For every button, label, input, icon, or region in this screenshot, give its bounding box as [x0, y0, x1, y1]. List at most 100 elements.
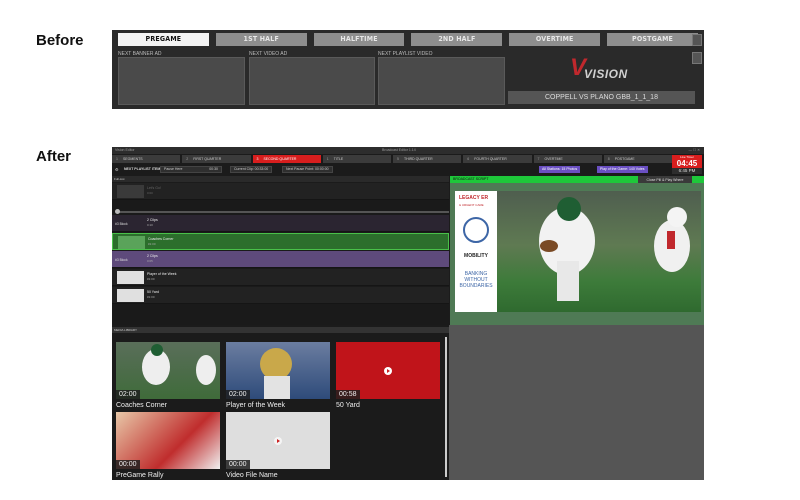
media-thumbnail: 00:00 — [226, 412, 330, 469]
game-title: COPPELL VS PLANO GBB_1_1_18 — [508, 91, 695, 104]
preview-video — [497, 191, 701, 312]
pause-here-label: Pause Here — [164, 167, 183, 171]
playlist-block[interactable]: #3 Block 2 Clips 0:10 — [112, 215, 449, 232]
tab-overtime[interactable]: 7 OVERTIME — [533, 155, 602, 163]
playlist-block[interactable]: #3 Block 2 Clips 0:05 — [112, 251, 449, 268]
app-name: Vision Editor — [115, 148, 135, 152]
next-playlist-video-slot[interactable] — [378, 57, 505, 105]
library-empty-area — [449, 325, 704, 480]
sponsor-banner: LEGACY ER & URGENT CARE MOBILITY BANKING… — [455, 191, 497, 312]
playlist-item-title: 2 Clips — [147, 254, 158, 258]
tab-2nd-half[interactable]: 2ND HALF — [411, 33, 503, 46]
settings-icon[interactable]: ⚙ — [115, 165, 119, 174]
window-titlebar: Vision Editor Broadcast Editor 1.14 — ☐ … — [112, 147, 704, 154]
vision-logo-text: VISION — [584, 67, 628, 81]
window-title: Broadcast Editor 1.14 — [382, 148, 416, 152]
next-playlist-item-label: NEXT PLAYLIST ITEM — [124, 167, 161, 171]
media-thumbnail: 00:00 — [116, 412, 220, 469]
live-timer-value: 04:45 — [676, 159, 698, 168]
segment-tabs: 1 SEGMENTS 2 FIRST QUARTER 3 SECOND QUARTER… — [112, 155, 672, 163]
media-title: PreGame Rally — [116, 472, 164, 479]
playlist-item-title: Coaches Corner — [148, 237, 174, 241]
media-card[interactable]: 02:00 Coaches Corner — [116, 342, 220, 409]
all-stations-badge[interactable]: All Stations: 15 Photos — [539, 166, 581, 173]
tab-postgame[interactable]: POSTGAME — [607, 33, 698, 46]
block-tag: #3 Block — [115, 258, 128, 262]
play-icon[interactable] — [274, 437, 282, 445]
playlist-item-duration: 0:10 — [147, 223, 153, 227]
playlist-item[interactable]: 50 Yard #1:00 — [112, 287, 449, 304]
play-of-game-badge[interactable]: Play of the Game: 140 Votes — [597, 166, 648, 173]
playlist-item-duration: 0:00 — [147, 191, 153, 195]
playlist-panel: Let's Go! 0:00 #3 Block 2 Clips 0:10 Coa… — [112, 183, 449, 325]
media-duration: 00:58 — [336, 390, 360, 399]
football-player-image — [539, 197, 690, 301]
playlist-item-duration: 0:05 — [147, 259, 153, 263]
current-clip: Current Clip: 00:33:00 — [230, 166, 273, 173]
media-library: 02:00 Coaches Corner 02:00 Player of the… — [112, 334, 449, 480]
after-screenshot: Vision Editor Broadcast Editor 1.14 — ☐ … — [112, 147, 704, 480]
media-duration: 00:00 — [116, 460, 140, 469]
side-button-bottom[interactable] — [692, 52, 702, 64]
before-screenshot: PREGAME 1ST HALF HALFTIME 2ND HALF OVERT… — [112, 30, 704, 109]
pause-here-toggle[interactable]: Pause Here 00:30 — [160, 166, 222, 173]
media-duration: 00:00 — [226, 460, 250, 469]
tab-pregame[interactable]: PREGAME — [118, 33, 209, 46]
playlist-thumb — [117, 271, 144, 284]
media-title: Video File Name — [226, 472, 278, 479]
tab-title[interactable]: 1 TITLE — [322, 155, 391, 163]
sponsor-subtitle: & URGENT CARE — [459, 203, 484, 207]
tab-third-quarter[interactable]: 5 THIRD QUARTER — [393, 155, 462, 163]
media-card[interactable]: 00:58 50 Yard — [336, 342, 440, 409]
tab-second-quarter[interactable]: 3 SECOND QUARTER — [252, 155, 321, 163]
library-scrollbar[interactable] — [445, 337, 447, 477]
media-thumbnail: 02:00 — [226, 342, 330, 399]
tab-first-quarter[interactable]: 2 FIRST QUARTER — [182, 155, 251, 163]
playlist-item-duration: #1:00 — [148, 242, 156, 246]
tab-postgame[interactable]: 8 POSTGAME — [603, 155, 672, 163]
media-title: Player of the Week — [226, 402, 286, 409]
next-banner-ad-slot[interactable] — [118, 57, 245, 105]
playlist-item-duration: #1:00 — [147, 295, 155, 299]
playlist-item-title: 50 Yard — [147, 290, 159, 294]
media-thumbnail: 02:00 — [116, 342, 220, 399]
play-icon[interactable] — [384, 367, 392, 375]
media-card[interactable]: 02:00 Player of the Week — [226, 342, 330, 409]
playlist-thumb — [117, 289, 144, 302]
media-duration: 02:00 — [116, 390, 140, 399]
playlist-filter[interactable]: Full-List — [112, 176, 449, 182]
media-card[interactable]: 00:00 PreGame Rally — [116, 412, 220, 479]
pause-time: 00:30 — [209, 167, 218, 171]
playlist-slider-track[interactable] — [117, 211, 449, 213]
clock: 6:45 PM — [672, 168, 702, 174]
window-controls[interactable]: — ☐ ✕ — [688, 147, 700, 154]
media-card[interactable]: 00:00 Video File Name — [226, 412, 330, 479]
tab-fourth-quarter[interactable]: 6 FOURTH QUARTER — [463, 155, 532, 163]
sponsor-logo: LEGACY ER — [459, 195, 489, 201]
media-title: Coaches Corner — [116, 402, 167, 409]
tab-halftime[interactable]: HALFTIME — [313, 33, 405, 46]
sponsor-emblem-icon — [463, 217, 489, 243]
playlist-slider-knob[interactable] — [115, 209, 120, 214]
block-tag: #3 Block — [115, 222, 128, 226]
tab-1st-half[interactable]: 1ST HALF — [215, 33, 307, 46]
playlist-item[interactable]: Player of the Week #1:00 — [112, 269, 449, 286]
before-label: Before — [36, 32, 84, 49]
live-timer: Live Timer 04:45 — [672, 155, 702, 168]
playlist-item-title: 2 Clips — [147, 218, 158, 222]
next-video-ad-slot[interactable] — [249, 57, 375, 105]
tab-segments[interactable]: 1 SEGMENTS — [112, 155, 181, 163]
media-duration: 02:00 — [226, 390, 250, 399]
playlist-item-title: Player of the Week — [147, 272, 177, 276]
preview-frame: LEGACY ER & URGENT CARE MOBILITY BANKING… — [455, 191, 701, 312]
sponsor-brand: MOBILITY — [464, 253, 488, 259]
media-thumbnail: 00:58 — [336, 342, 440, 399]
tab-overtime[interactable]: OVERTIME — [509, 33, 601, 46]
side-button-top[interactable] — [692, 34, 702, 46]
next-pause-point: Next Pause Point: 00:00:00 — [282, 166, 333, 173]
playlist-item-duration: #1:00 — [147, 277, 155, 281]
playlist-item-selected[interactable]: Coaches Corner #1:00 — [112, 233, 449, 250]
media-title: 50 Yard — [336, 402, 360, 409]
playlist-item[interactable]: Let's Go! 0:00 — [112, 183, 449, 200]
playlist-thumb — [118, 236, 145, 249]
